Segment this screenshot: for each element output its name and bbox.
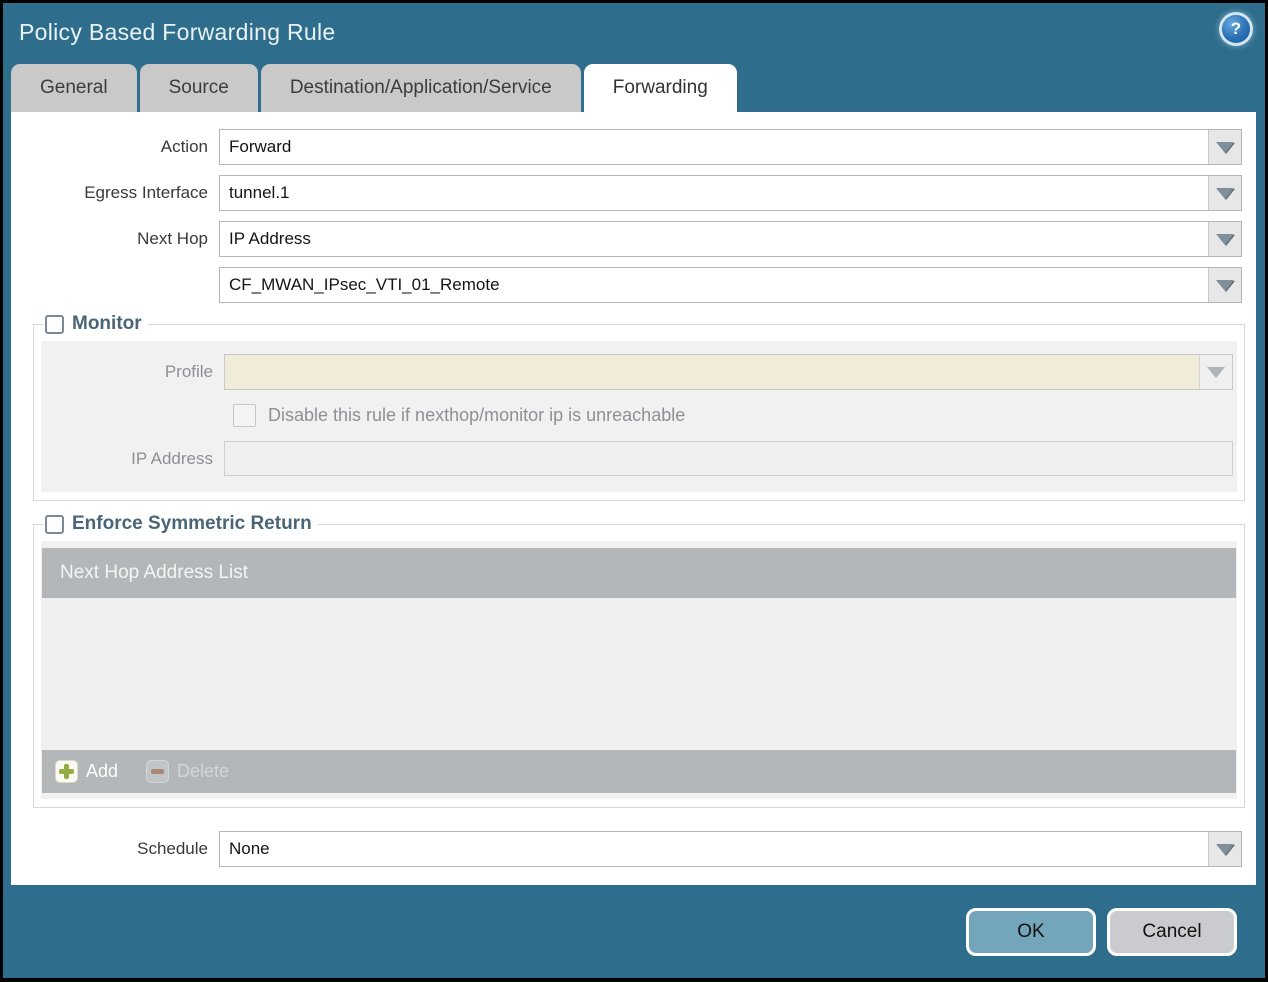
plus-icon [55, 760, 78, 783]
chevron-down-icon [1216, 187, 1234, 199]
chevron-down-icon [1216, 279, 1234, 291]
profile-value [225, 355, 1199, 389]
next-hop-address-value: CF_MWAN_IPsec_VTI_01_Remote [220, 268, 1208, 302]
profile-row: Profile [41, 354, 1233, 390]
next-hop-type-dropdown-button[interactable] [1208, 222, 1241, 256]
disable-rule-checkbox [233, 404, 256, 427]
title-bar: Policy Based Forwarding Rule ? [3, 3, 1265, 63]
enforce-symmetric-return-legend: Enforce Symmetric Return [43, 513, 318, 535]
minus-icon [146, 760, 170, 783]
egress-interface-dropdown[interactable]: tunnel.1 [219, 175, 1242, 211]
enforce-symmetric-return-title: Enforce Symmetric Return [72, 513, 312, 534]
tab-general[interactable]: General [11, 64, 137, 112]
tab-destination-application-service[interactable]: Destination/Application/Service [260, 64, 581, 112]
enforce-symmetric-return-section: Enforce Symmetric Return Next Hop Addres… [33, 513, 1245, 808]
monitor-ip-address-label: IP Address [131, 448, 213, 468]
next-hop-address-dropdown[interactable]: CF_MWAN_IPsec_VTI_01_Remote [219, 267, 1242, 303]
add-button-label: Add [86, 761, 119, 781]
monitor-checkbox[interactable] [45, 314, 64, 334]
chevron-down-icon [1216, 843, 1234, 855]
next-hop-address-row: CF_MWAN_IPsec_VTI_01_Remote [11, 267, 1242, 303]
tab-forwarding[interactable]: Forwarding [583, 64, 737, 112]
profile-label: Profile [164, 362, 213, 381]
monitor-ip-address-row: IP Address [41, 441, 1233, 476]
egress-interface-row: Egress Interface tunnel.1 [11, 175, 1242, 211]
cancel-button[interactable]: Cancel [1107, 907, 1237, 956]
chevron-down-icon [1216, 141, 1234, 153]
policy-based-forwarding-dialog-window: Policy Based Forwarding Rule ? General S… [0, 0, 1268, 982]
next-hop-address-list-body[interactable] [42, 598, 1236, 750]
enforce-symmetric-return-checkbox[interactable] [45, 514, 64, 534]
next-hop-address-dropdown-button[interactable] [1208, 268, 1241, 302]
next-hop-address-list-header: Next Hop Address List [42, 548, 1236, 598]
schedule-label: Schedule [137, 839, 208, 858]
schedule-row: Schedule None [11, 831, 1242, 867]
ok-button[interactable]: OK [966, 907, 1096, 956]
next-hop-address-list-toolbar: Add Delete [42, 750, 1236, 793]
action-dropdown[interactable]: Forward [219, 129, 1242, 165]
dialog-footer: OK Cancel [3, 885, 1265, 978]
egress-interface-dropdown-button[interactable] [1208, 176, 1241, 210]
profile-dropdown [224, 354, 1233, 390]
egress-interface-label: Egress Interface [84, 183, 208, 202]
next-hop-row: Next Hop IP Address [11, 221, 1242, 257]
monitor-legend: Monitor [43, 313, 148, 335]
action-label: Action [160, 137, 208, 156]
tab-bar: General Source Destination/Application/S… [3, 63, 1265, 112]
next-hop-type-value: IP Address [220, 222, 1208, 256]
next-hop-type-dropdown[interactable]: IP Address [219, 221, 1242, 257]
symmetric-return-panel: Next Hop Address List Add Delete [41, 541, 1237, 799]
chevron-down-icon [1207, 366, 1225, 378]
egress-interface-value: tunnel.1 [220, 176, 1208, 210]
monitor-ip-address-input [224, 441, 1233, 476]
chevron-down-icon [1216, 233, 1234, 245]
schedule-value: None [220, 832, 1208, 866]
monitor-section: Monitor Profile Disable this rule if nex… [33, 313, 1245, 501]
action-value: Forward [220, 130, 1208, 164]
delete-button: Delete [146, 760, 229, 783]
delete-button-label: Delete [177, 761, 230, 781]
dialog: Policy Based Forwarding Rule ? General S… [3, 3, 1265, 978]
profile-dropdown-button [1199, 355, 1232, 389]
action-row: Action Forward [11, 129, 1242, 165]
monitor-panel: Profile Disable this rule if nexthop/mon… [41, 341, 1237, 492]
disable-rule-row: Disable this rule if nexthop/monitor ip … [233, 404, 1237, 427]
forwarding-tab-panel: Action Forward Egress Interface tunnel.1 [11, 112, 1256, 885]
action-dropdown-button[interactable] [1208, 130, 1241, 164]
help-glyph: ? [1230, 19, 1242, 38]
monitor-title: Monitor [72, 313, 142, 334]
help-icon[interactable]: ? [1222, 15, 1250, 43]
add-button[interactable]: Add [55, 760, 118, 783]
schedule-dropdown[interactable]: None [219, 831, 1242, 867]
dialog-title: Policy Based Forwarding Rule [19, 19, 336, 45]
next-hop-address-list-table: Next Hop Address List Add Delete [42, 548, 1236, 793]
next-hop-label: Next Hop [137, 229, 208, 248]
schedule-dropdown-button[interactable] [1208, 832, 1241, 866]
tab-source[interactable]: Source [139, 64, 258, 112]
disable-rule-label: Disable this rule if nexthop/monitor ip … [268, 405, 686, 425]
